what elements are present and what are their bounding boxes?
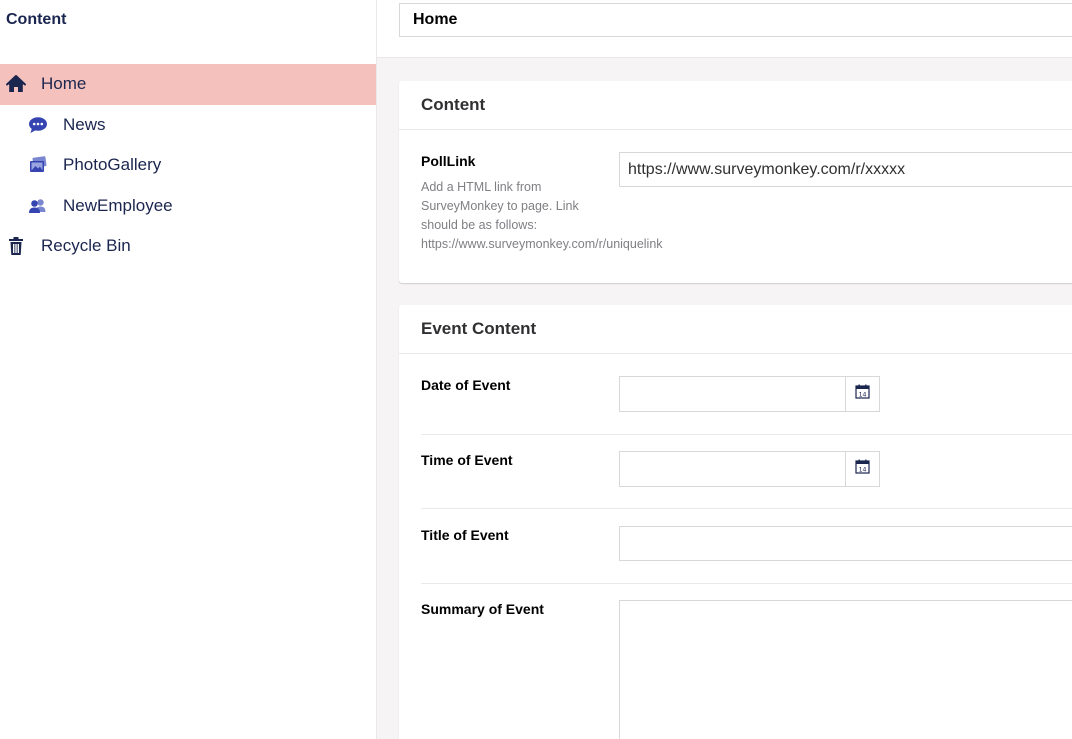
time-of-event-calendar-button[interactable]: 14 xyxy=(846,452,879,486)
summary-of-event-label: Summary of Event xyxy=(421,601,544,617)
editor-main: Content PollLink Add a HTML link from Su… xyxy=(377,0,1072,739)
date-of-event-picker: 14 xyxy=(619,376,880,412)
polllink-description-line: Add a HTML link from xyxy=(421,180,542,194)
calendar-icon: 14 xyxy=(855,459,870,479)
trash-icon xyxy=(5,235,27,257)
tree-item-recycle-bin[interactable]: Recycle Bin xyxy=(0,226,376,267)
tree-item-label: Recycle Bin xyxy=(41,236,131,256)
svg-text:14: 14 xyxy=(859,466,867,473)
title-of-event-input[interactable] xyxy=(619,526,1072,561)
speech-bubble-icon xyxy=(27,114,49,136)
tree-item-newemployee[interactable]: NewEmployee xyxy=(0,186,376,227)
editor-header xyxy=(377,0,1072,58)
tree-item-news[interactable]: News xyxy=(0,105,376,146)
event-panel-title: Event Content xyxy=(399,305,1072,354)
property-divider xyxy=(421,508,1072,509)
polllink-input[interactable] xyxy=(619,152,1072,187)
svg-text:14: 14 xyxy=(859,391,867,398)
date-of-event-label: Date of Event xyxy=(421,377,511,393)
polllink-label: PollLink xyxy=(421,153,476,169)
sidebar-title: Content xyxy=(6,11,67,28)
polllink-description-line: SurveyMonkey to page. Link xyxy=(421,199,579,213)
tree-item-label: NewEmployee xyxy=(63,195,173,215)
title-of-event-label: Title of Event xyxy=(421,527,509,543)
time-of-event-picker: 14 xyxy=(619,451,880,487)
tree-item-label: Home xyxy=(41,74,87,94)
content-panel-title: Content xyxy=(399,81,1072,130)
time-of-event-label: Time of Event xyxy=(421,452,513,468)
property-divider xyxy=(421,434,1072,435)
node-name-input[interactable] xyxy=(399,3,1072,37)
users-icon xyxy=(27,195,49,217)
tree-item-photogallery[interactable]: PhotoGallery xyxy=(0,145,376,186)
tree-item-home[interactable]: Home xyxy=(0,64,376,105)
content-tree-sidebar: Content Home News PhotoGallery NewEmploy… xyxy=(0,0,377,739)
event-content-panel: Event Content Date of Event 14 Time of E… xyxy=(399,305,1072,739)
property-divider xyxy=(421,583,1072,584)
tree-item-label: PhotoGallery xyxy=(63,155,162,175)
time-of-event-input[interactable] xyxy=(620,452,846,486)
summary-of-event-textarea[interactable] xyxy=(619,600,1072,739)
polllink-description: Add a HTML link from SurveyMonkey to pag… xyxy=(421,178,663,254)
calendar-icon: 14 xyxy=(855,384,870,404)
date-of-event-calendar-button[interactable]: 14 xyxy=(846,377,879,411)
home-icon xyxy=(5,73,27,95)
polllink-description-line: https://www.surveymonkey.com/r/uniquelin… xyxy=(421,237,663,251)
content-tree: Home News PhotoGallery NewEmployee Recyc… xyxy=(0,64,376,267)
date-of-event-input[interactable] xyxy=(620,377,846,411)
content-panel: Content PollLink Add a HTML link from Su… xyxy=(399,81,1072,283)
polllink-description-line: should be as follows: xyxy=(421,218,538,232)
photo-stack-icon xyxy=(27,154,49,176)
tree-item-label: News xyxy=(63,114,106,134)
